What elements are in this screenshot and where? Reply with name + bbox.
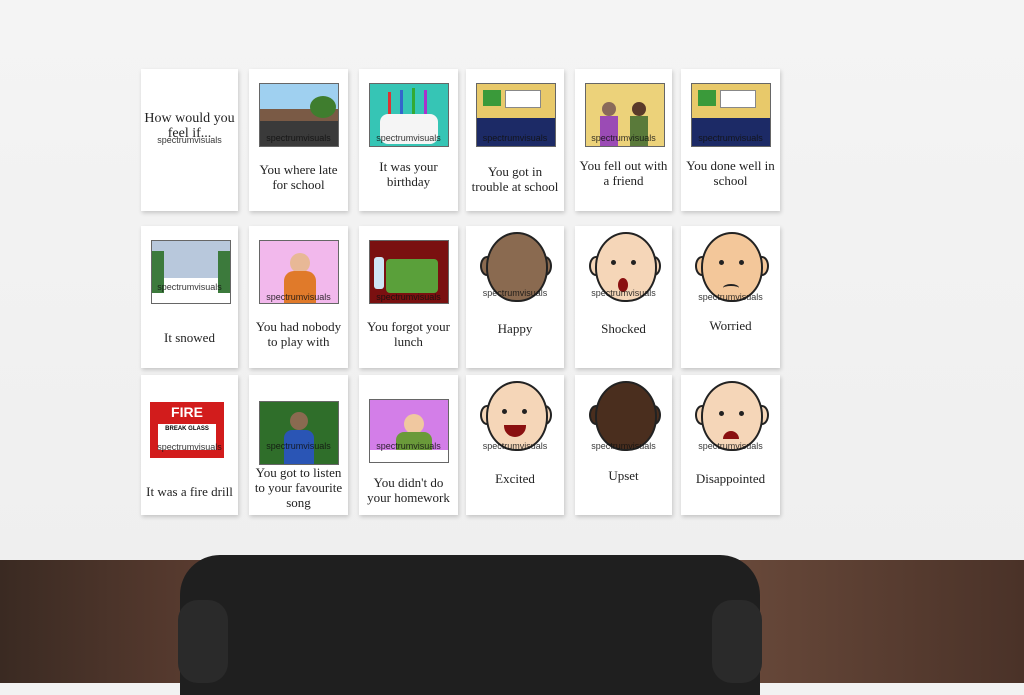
watermark: spectrumvisuals <box>266 292 331 302</box>
card-label: Excited <box>495 471 535 486</box>
fire-sign-title: FIRE <box>171 404 203 420</box>
card-excited: spectrumvisuals Excited <box>466 375 564 515</box>
chair-armrest-left <box>178 600 228 683</box>
card-label: You got in trouble at school <box>471 164 559 194</box>
card-favourite-song: spectrumvisuals You got to listen to you… <box>249 375 348 515</box>
office-chair <box>180 555 760 695</box>
watermark: spectrumvisuals <box>591 441 656 451</box>
card-label: Disappointed <box>695 471 766 486</box>
card-label: You got to listen to your favourite song <box>254 465 343 510</box>
watermark: spectrumvisuals <box>266 441 331 451</box>
card-disappointed: spectrumvisuals Disappointed <box>681 375 780 515</box>
card-fire-drill: FIRE BREAK GLASS spectrumvisuals It was … <box>141 375 238 515</box>
card-label: Worried <box>709 318 752 333</box>
watermark: spectrumvisuals <box>482 133 548 143</box>
watermark: spectrumvisuals <box>266 133 331 143</box>
card-late-for-school: spectrumvisuals You where late for schoo… <box>249 69 348 211</box>
watermark: spectrumvisuals <box>482 441 548 451</box>
card-label: You didn't do your homework <box>367 475 450 505</box>
card-done-well-in-school: spectrumvisuals You done well in school <box>681 69 780 211</box>
watermark: spectrumvisuals <box>157 282 222 292</box>
card-label: You where late for school <box>259 162 338 192</box>
card-nobody-to-play-with: spectrumvisuals You had nobody to play w… <box>249 226 348 368</box>
snow-picture <box>151 240 231 304</box>
card-label: It was your birthday <box>379 159 438 189</box>
watermark: spectrumvisuals <box>591 288 656 298</box>
watermark: spectrumvisuals <box>157 135 222 145</box>
homework-picture <box>369 399 449 463</box>
card-label: Shocked <box>601 321 646 336</box>
card-birthday: spectrumvisuals It was your birthday <box>359 69 458 211</box>
card-label: It snowed <box>164 330 215 345</box>
card-label: It was a fire drill <box>146 484 233 499</box>
watermark: spectrumvisuals <box>376 133 441 143</box>
watermark: spectrumvisuals <box>698 441 763 451</box>
card-forgot-lunch: spectrumvisuals You forgot your lunch <box>359 226 458 368</box>
watermark: spectrumvisuals <box>591 133 656 143</box>
card-label: Upset <box>608 468 639 483</box>
card-label: Happy <box>497 321 533 336</box>
card-label: You done well in school <box>686 158 775 188</box>
card-happy: spectrumvisuals Happy <box>466 226 564 368</box>
music-listening-picture <box>259 401 339 465</box>
watermark: spectrumvisuals <box>698 133 763 143</box>
card-label: You had nobody to play with <box>255 319 342 349</box>
card-fell-out-with-friend: spectrumvisuals You fell out with a frie… <box>575 69 672 211</box>
watermark: spectrumvisuals <box>482 288 548 298</box>
card-didnt-do-homework: spectrumvisuals You didn't do your homew… <box>359 375 458 515</box>
watermark: spectrumvisuals <box>157 442 222 452</box>
chair-armrest-right <box>712 600 762 683</box>
card-how-would-you-feel: How would you feel if... spectrumvisuals <box>141 69 238 211</box>
card-label: You fell out with a friend <box>579 158 668 188</box>
card-trouble-at-school: spectrumvisuals You got in trouble at sc… <box>466 69 564 211</box>
watermark: spectrumvisuals <box>376 441 441 451</box>
watermark: spectrumvisuals <box>376 292 441 302</box>
card-snowed: spectrumvisuals It snowed <box>141 226 238 368</box>
watermark: spectrumvisuals <box>698 292 763 302</box>
fire-sign-subtitle: BREAK GLASS <box>165 426 209 432</box>
card-worried: spectrumvisuals Worried <box>681 226 780 368</box>
card-upset: spectrumvisuals Upset <box>575 375 672 515</box>
card-label: You forgot your lunch <box>367 319 450 349</box>
card-shocked: spectrumvisuals Shocked <box>575 226 672 368</box>
